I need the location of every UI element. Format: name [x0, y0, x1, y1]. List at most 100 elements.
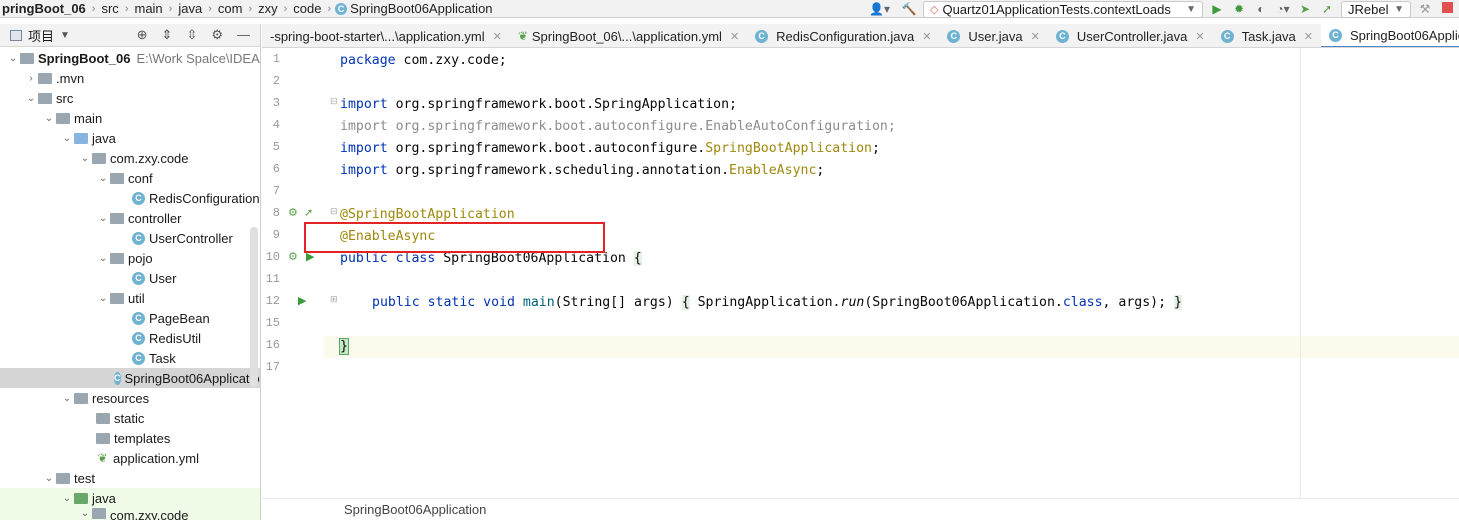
spring-bean-icon[interactable]: ⚙ [288, 250, 298, 263]
close-icon[interactable]: ✕ [493, 30, 502, 43]
tree-item-project-root[interactable]: ⌄ SpringBoot_06 E:\Work Spalce\IDEA [0, 48, 260, 68]
tab-starter-application-yml[interactable]: -spring-boot-starter\...\application.yml… [262, 24, 510, 47]
fold-icon[interactable]: ⊞ [330, 294, 338, 305]
tree-scrollbar[interactable] [250, 227, 258, 387]
tree-item-main[interactable]: ⌄ main [0, 108, 260, 128]
chevron-down-icon[interactable]: ⌄ [96, 173, 110, 184]
chevron-right-icon[interactable]: › [24, 73, 38, 84]
build-hammer-icon[interactable]: 🔨 [901, 1, 917, 17]
run-gutter-icon[interactable]: ▶ [298, 294, 306, 307]
tree-item-test[interactable]: ⌄ test [0, 468, 260, 488]
resources-folder-icon [74, 392, 88, 404]
spring-boot-icon[interactable]: ➚ [304, 206, 313, 219]
tab-label: Task.java [1241, 28, 1296, 44]
close-icon[interactable]: ✕ [730, 30, 739, 43]
tree-item-test-java[interactable]: ⌄ java [0, 488, 260, 508]
close-icon[interactable]: ✕ [1304, 30, 1313, 43]
run-configuration-select[interactable]: ◇ Quartz01ApplicationTests.contextLoads … [923, 0, 1203, 18]
expand-all-icon[interactable]: ⇕ [162, 27, 173, 43]
tree-item-redisutil[interactable]: C RedisUtil [0, 328, 260, 348]
chevron-down-icon[interactable]: ⌄ [24, 93, 38, 104]
tree-item-redisconfiguration[interactable]: C RedisConfiguration [0, 188, 260, 208]
chevron-down-icon[interactable]: ⌄ [60, 393, 74, 404]
profile-icon[interactable]: ◔▾ [1275, 1, 1291, 17]
breadcrumb-com[interactable]: com [216, 1, 245, 16]
chevron-down-icon[interactable]: ⌄ [60, 133, 74, 144]
breadcrumb-main[interactable]: main [132, 1, 164, 16]
line-number: 15 [265, 316, 280, 330]
tree-item-mvn[interactable]: › .mvn [0, 68, 260, 88]
tree-item-templates[interactable]: templates [0, 428, 260, 448]
tree-item-controller[interactable]: ⌄ controller [0, 208, 260, 228]
tree-item-util[interactable]: ⌄ util [0, 288, 260, 308]
gear-icon[interactable]: ⚙ [211, 27, 223, 43]
locate-icon[interactable]: ⊕ [137, 27, 148, 43]
coverage-icon[interactable]: ◐ [1253, 1, 1269, 17]
jrebel-run-icon[interactable]: ➤ [1297, 1, 1313, 17]
stop-icon[interactable] [1439, 1, 1455, 17]
tree-item-conf[interactable]: ⌄ conf [0, 168, 260, 188]
tree-item-label: util [128, 290, 145, 306]
debug-icon[interactable]: ✹ [1231, 1, 1247, 17]
tab-task[interactable]: C Task.java ✕ [1213, 24, 1321, 47]
chevron-down-icon[interactable]: ▼ [60, 30, 70, 41]
jrebel-select[interactable]: JRebel ▼ [1341, 0, 1411, 18]
chevron-down-icon[interactable]: ⌄ [60, 493, 74, 504]
minimize-icon[interactable]: — [237, 27, 250, 43]
tab-usercontroller[interactable]: C UserController.java ✕ [1048, 24, 1213, 47]
tree-item-user[interactable]: C User [0, 268, 260, 288]
code-area[interactable]: package com.zxy.code; import org.springf… [339, 48, 1440, 498]
ide-window: pringBoot_06 › src › main › java › com ›… [0, 0, 1459, 520]
jrebel-debug-icon[interactable]: ➚ [1319, 1, 1335, 17]
chevron-down-icon[interactable]: ⌄ [6, 53, 20, 64]
close-icon[interactable]: ✕ [922, 30, 931, 43]
run-icon[interactable]: ▶ [1209, 1, 1225, 17]
package-icon [110, 252, 124, 264]
user-icon[interactable]: 👤▾ [869, 1, 890, 17]
code-editor[interactable]: 1 2 3 4 5 6 7 8 9 10 11 12 15 16 17 ⚙ ➚ … [262, 48, 1459, 498]
chevron-down-icon[interactable]: ⌄ [96, 213, 110, 224]
tab-springboot06application[interactable]: C SpringBoot06Applica [1321, 24, 1459, 47]
package-icon [110, 212, 124, 224]
tree-item-test-package[interactable]: ⌄ com.zxy.code [0, 508, 260, 520]
tree-item-usercontroller[interactable]: C UserController [0, 228, 260, 248]
tree-item-package[interactable]: ⌄ com.zxy.code [0, 148, 260, 168]
tree-item-springboot06application[interactable]: C SpringBoot06Application [0, 368, 260, 388]
tree-item-static[interactable]: static [0, 408, 260, 428]
source-folder-icon [74, 132, 88, 144]
chevron-down-icon[interactable]: ⌄ [42, 473, 56, 484]
tools-icon[interactable]: ⚒ [1417, 1, 1433, 17]
tree-item-application-yml[interactable]: ❦ application.yml [0, 448, 260, 468]
tab-redisconfiguration[interactable]: C RedisConfiguration.java ✕ [747, 24, 939, 47]
annotation-ref: EnableAsync [729, 163, 817, 178]
editor-breadcrumb-label[interactable]: SpringBoot06Application [344, 502, 486, 517]
breadcrumb-src[interactable]: src [99, 1, 120, 16]
breadcrumb-java[interactable]: java [176, 1, 204, 16]
breadcrumb-code[interactable]: code [291, 1, 323, 16]
tree-item-pagebean[interactable]: C PageBean [0, 308, 260, 328]
tree-item-src[interactable]: ⌄ src [0, 88, 260, 108]
tree-item-java[interactable]: ⌄ java [0, 128, 260, 148]
breadcrumb-zxy[interactable]: zxy [256, 1, 280, 16]
class-icon: C [132, 271, 145, 285]
chevron-down-icon[interactable]: ⌄ [78, 153, 92, 164]
chevron-down-icon[interactable]: ⌄ [96, 253, 110, 264]
spring-bean-icon[interactable]: ⚙ [288, 206, 298, 219]
breadcrumb-project[interactable]: pringBoot_06 [0, 1, 88, 16]
collapse-all-icon[interactable]: ⇳ [186, 27, 197, 43]
tab-user[interactable]: C User.java ✕ [939, 24, 1047, 47]
tree-item-resources[interactable]: ⌄ resources [0, 388, 260, 408]
chevron-down-icon: ▼ [1186, 3, 1196, 15]
fold-icon[interactable]: ⊟ [330, 96, 338, 107]
chevron-down-icon[interactable]: ⌄ [42, 113, 56, 124]
chevron-down-icon[interactable]: ⌄ [78, 508, 92, 519]
tab-application-yml[interactable]: ❦ SpringBoot_06\...\application.yml ✕ [510, 24, 747, 47]
breadcrumb-class[interactable]: SpringBoot06Application [347, 1, 494, 16]
tree-item-pojo[interactable]: ⌄ pojo [0, 248, 260, 268]
chevron-down-icon[interactable]: ⌄ [96, 293, 110, 304]
project-title[interactable]: 项目 [28, 26, 54, 45]
close-icon[interactable]: ✕ [1195, 30, 1204, 43]
fold-icon[interactable]: ⊟ [330, 206, 338, 217]
close-icon[interactable]: ✕ [1031, 30, 1040, 43]
tree-item-task[interactable]: C Task [0, 348, 260, 368]
